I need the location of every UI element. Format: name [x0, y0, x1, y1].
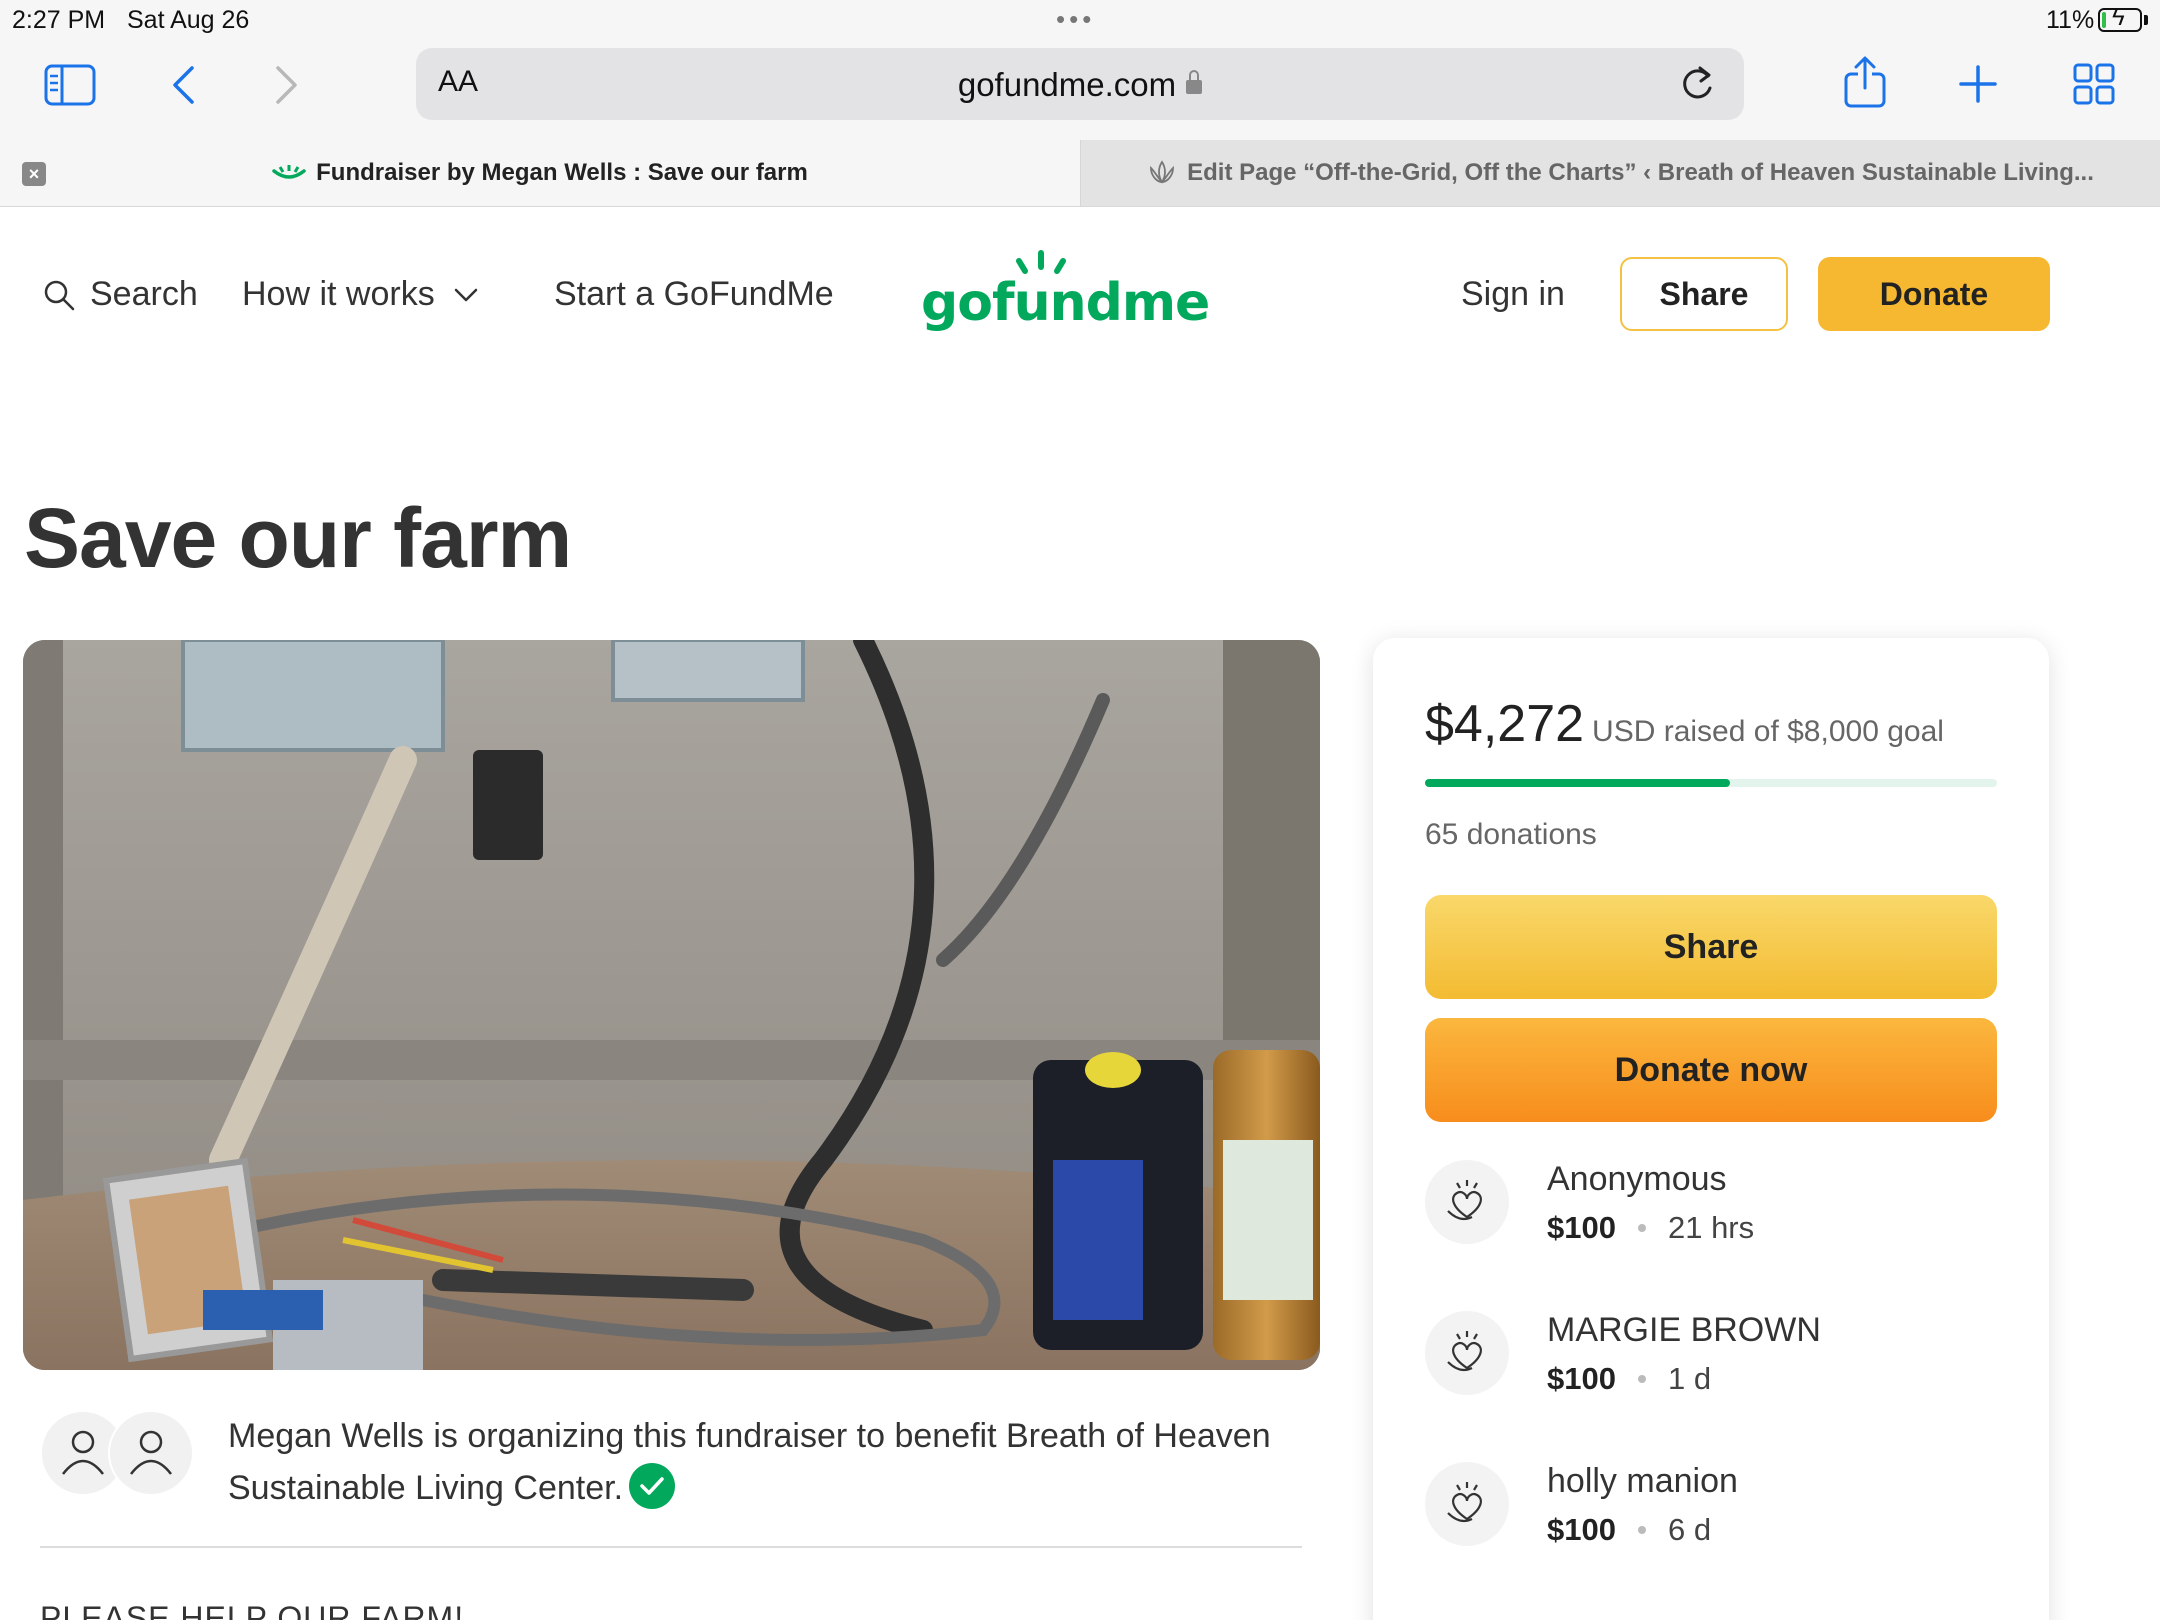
tab-title: Fundraiser by Megan Wells : Save our far… [316, 159, 808, 186]
donation-amount: $100 [1547, 1210, 1616, 1245]
battery-icon: ϟ [2098, 6, 2142, 32]
logo-text: gofundme [921, 273, 1210, 333]
donation-meta: $100 1 d [1547, 1361, 1711, 1397]
separator-dot [1637, 1375, 1646, 1383]
progress-fill [1425, 779, 1731, 787]
donation-meta: $100 6 d [1547, 1512, 1711, 1548]
url-text[interactable]: gofundme.com [416, 66, 1744, 104]
donation-meta: $100 21 hrs [1547, 1210, 1754, 1246]
share-button[interactable]: Share [1425, 895, 1997, 999]
user-icon [130, 1430, 172, 1475]
gofundme-favicon-icon [272, 163, 306, 183]
search-label: Search [90, 275, 198, 313]
verified-check-icon [629, 1463, 676, 1510]
how-it-works-label: How it works [242, 275, 435, 313]
donation-heart-icon [1425, 1160, 1509, 1244]
address-bar[interactable]: AA gofundme.com [416, 48, 1744, 120]
sidebar-icon[interactable] [44, 64, 96, 111]
tab-bar: × Fundraiser by Megan Wells : Save our f… [0, 140, 2160, 207]
tab-edit-page[interactable]: Edit Page “Off-the-Grid, Off the Charts”… [1080, 140, 2160, 206]
status-date: Sat Aug 26 [127, 6, 250, 34]
donation-item: Anonymous $100 21 hrs [1425, 1160, 1997, 1270]
fundraiser-hero-image [23, 640, 1320, 1370]
donation-heart-icon [1425, 1462, 1509, 1546]
donation-time: 6 d [1667, 1512, 1712, 1547]
lotus-favicon-icon [1147, 160, 1177, 186]
donor-name: MARGIE BROWN [1547, 1311, 1821, 1349]
donation-amount: $100 [1547, 1361, 1616, 1396]
donation-heart-icon [1425, 1311, 1509, 1395]
site-header: Search How it works Start a GoFundMe gof… [0, 207, 2160, 387]
progress-bar [1425, 779, 1997, 787]
search-link[interactable]: Search [42, 275, 198, 314]
donation-card: $4,272 USD raised of $8,000 goal 65 donat… [1373, 638, 2049, 1620]
donation-item: holly manion $100 6 d [1425, 1462, 1997, 1572]
browser-toolbar: AA gofundme.com [0, 40, 2160, 140]
electrical-box-photo [23, 640, 1320, 1370]
forward-icon[interactable] [274, 64, 300, 111]
donation-time: 1 d [1667, 1361, 1712, 1396]
status-time: 2:27 PM [12, 6, 106, 34]
battery-percent: 11% [2046, 6, 2095, 34]
story-heading: PLEASE HELP OUR FARM! [40, 1600, 465, 1620]
donation-item: MARGIE BROWN $100 1 d [1425, 1311, 1997, 1421]
goal-text: USD raised of $8,000 goal [1592, 715, 1944, 748]
back-icon[interactable] [170, 64, 196, 111]
tab-title: Edit Page “Off-the-Grid, Off the Charts”… [1187, 159, 2094, 186]
section-divider [40, 1546, 1302, 1548]
donor-name: holly manion [1547, 1462, 1738, 1500]
lock-icon [1186, 70, 1203, 94]
page-title: Save our farm [24, 491, 572, 585]
header-share-button[interactable]: Share [1620, 257, 1788, 331]
search-icon [44, 280, 75, 310]
user-icon [62, 1430, 104, 1475]
organizer-description: Megan Wells is organizing this fundraise… [228, 1417, 1271, 1507]
amount-raised: $4,272 [1425, 695, 1585, 753]
beneficiary-avatar[interactable] [108, 1410, 194, 1496]
start-gofundme-link[interactable]: Start a GoFundMe [554, 275, 834, 314]
new-tab-icon[interactable] [1958, 64, 1998, 109]
status-bar: 2:27 PM Sat Aug 26 ••• 11% ϟ [0, 0, 2160, 40]
close-tab-icon[interactable]: × [22, 162, 46, 186]
reload-icon[interactable] [1678, 64, 1716, 109]
chevron-down-icon [454, 288, 477, 301]
tab-fundraiser[interactable]: × Fundraiser by Megan Wells : Save our f… [0, 140, 1080, 206]
donor-name: Anonymous [1547, 1160, 1727, 1198]
donate-now-button[interactable]: Donate now [1425, 1018, 1997, 1122]
donation-amount: $100 [1547, 1512, 1616, 1547]
raised-summary: $4,272 USD raised of $8,000 goal [1425, 694, 1944, 754]
url-label: gofundme.com [957, 66, 1177, 103]
donation-time: 21 hrs [1667, 1210, 1755, 1245]
sign-in-link[interactable]: Sign in [1461, 275, 1565, 314]
header-donate-button[interactable]: Donate [1818, 257, 2050, 331]
battery-tip [2144, 15, 2148, 25]
tab-overview-icon[interactable] [2072, 62, 2116, 111]
separator-dot [1637, 1526, 1646, 1534]
how-it-works-menu[interactable]: How it works [242, 275, 479, 314]
organizer-text: Megan Wells is organizing this fundraise… [228, 1410, 1308, 1514]
donations-count[interactable]: 65 donations [1425, 818, 1597, 852]
separator-dot [1637, 1224, 1646, 1232]
multitasking-dots-icon[interactable]: ••• [1056, 4, 1095, 35]
share-icon[interactable] [1842, 56, 1888, 113]
